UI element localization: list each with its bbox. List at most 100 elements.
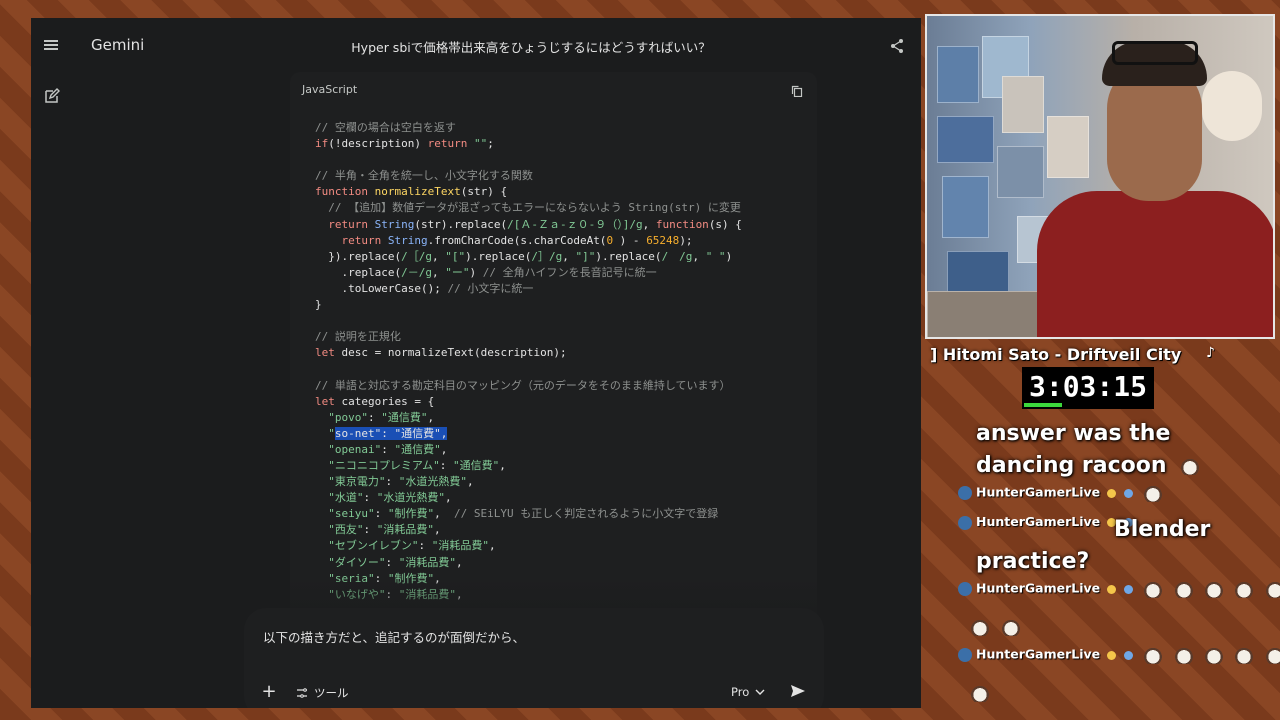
- code-token: "制作費": [387, 507, 435, 521]
- code-token: / /g: [661, 249, 693, 263]
- conversation-title: Hyper sbiで価格帯出来高をひょうじするにはどうすればいい？: [351, 40, 711, 55]
- app-name[interactable]: Gemini: [91, 36, 144, 54]
- menu-icon[interactable]: [44, 40, 58, 50]
- code-token: /[Ａ-Ｚａ-ｚ０-９（）]/g: [507, 217, 643, 231]
- code-token: // 【追加】数値データが混ざってもエラーにならないよう String(str)…: [328, 201, 741, 215]
- send-icon[interactable]: [790, 683, 806, 699]
- wall-poster: [937, 116, 994, 163]
- code-line[interactable]: }: [315, 297, 817, 313]
- code-block: JavaScript // 空欄の場合は空白を返す if(!description…: [290, 72, 817, 632]
- chat-message-text: Blender practice?: [976, 517, 1211, 574]
- code-line[interactable]: // 説明を正規化: [315, 329, 817, 345]
- code-line[interactable]: [315, 152, 817, 168]
- code-line[interactable]: return String.fromCharCode(s.charCodeAt(…: [315, 233, 817, 249]
- code-line[interactable]: // 空欄の場合は空白を返す: [315, 120, 817, 136]
- streamer-sweater: [1037, 191, 1273, 337]
- code-token: "水道光熱費": [398, 475, 467, 489]
- code-body[interactable]: // 空欄の場合は空白を返す if(!description) return ""…: [315, 120, 817, 603]
- code-line[interactable]: "ダイソー": "消耗品費",: [315, 555, 817, 571]
- code-token: ,: [427, 410, 435, 424]
- code-token: :: [439, 458, 453, 472]
- code-token: "水道": [328, 491, 364, 505]
- badge-icon: [1107, 488, 1117, 498]
- code-token: ,: [434, 507, 454, 521]
- code-token: 65248: [646, 233, 680, 247]
- emote-icon: [1001, 617, 1022, 636]
- code-token: :: [368, 410, 382, 424]
- code-token: "": [467, 137, 488, 151]
- code-token: // 小文字に統一: [447, 281, 534, 295]
- wall-poster: [1002, 76, 1044, 133]
- model-selector[interactable]: Pro: [731, 685, 765, 699]
- emote-icon: [970, 617, 990, 636]
- emote-icon: [1143, 484, 1164, 502]
- code-token: so-net": "通信費",: [334, 426, 448, 440]
- code-token: ,: [456, 555, 463, 569]
- code-token: "通信費": [381, 410, 428, 424]
- add-button[interactable]: +: [261, 683, 277, 701]
- copy-icon[interactable]: [791, 85, 803, 97]
- code-token: let: [315, 346, 335, 360]
- model-label: Pro: [731, 685, 750, 699]
- code-token: if: [315, 137, 329, 151]
- code-token: ): [469, 265, 483, 279]
- code-line[interactable]: "openai": "通信費",: [315, 442, 817, 458]
- wall-poster: [937, 46, 979, 103]
- prompt-input[interactable]: 以下の描き方だと、追記するのが面倒だから、: [263, 627, 525, 646]
- code-token: ,: [434, 523, 441, 537]
- tools-button[interactable]: ツール: [296, 685, 349, 701]
- code-token: function: [655, 217, 709, 231]
- prompt-box[interactable]: 以下の描き方だと、追記するのが面倒だから、 + ツール Pro: [244, 608, 824, 708]
- code-token: function: [315, 185, 368, 199]
- code-line[interactable]: // 単語と対応する勘定科目のマッピング（元のデータをそのまま維持しています）: [315, 378, 817, 394]
- code-line[interactable]: "セブンイレブン": "消耗品費",: [315, 538, 817, 554]
- code-line[interactable]: }).replace(/［/g, "[").replace(/］/g, "]")…: [315, 249, 817, 265]
- code-line[interactable]: [315, 313, 817, 329]
- code-line[interactable]: "povo": "通信費",: [315, 410, 817, 426]
- code-line[interactable]: let categories = {: [315, 394, 817, 410]
- code-token: ,: [692, 249, 706, 263]
- code-line[interactable]: "seiyu": "制作費", // SEiLYU も正しく判定されるように小文…: [315, 506, 817, 522]
- code-token: :: [418, 539, 432, 553]
- code-token: }: [315, 298, 322, 312]
- emote-icon: [1264, 646, 1280, 664]
- code-line[interactable]: "東京電力": "水道光熱費",: [315, 474, 817, 490]
- code-line[interactable]: "西友": "消耗品費",: [315, 522, 817, 538]
- avatar: [958, 486, 972, 500]
- wall-poster: [997, 146, 1044, 198]
- code-line[interactable]: "so-net": "通信費",: [315, 426, 817, 442]
- code-token: ,: [467, 475, 474, 489]
- emote-icon: [1234, 580, 1255, 598]
- code-line[interactable]: let desc = normalizeText(description);: [315, 345, 817, 361]
- code-token: // 半角・全角を統一し、小文字化する関数: [315, 169, 533, 183]
- emote-icon: [1143, 646, 1164, 664]
- code-line[interactable]: function normalizeText(str) {: [315, 184, 817, 200]
- wall-poster: [1047, 116, 1089, 178]
- code-line[interactable]: [315, 361, 817, 377]
- code-token: ,: [445, 491, 452, 505]
- share-icon[interactable]: [889, 38, 905, 54]
- code-line[interactable]: return String(str).replace(/[Ａ-Ｚａ-ｚ０-９（）…: [315, 217, 817, 233]
- new-chat-icon[interactable]: [44, 88, 60, 104]
- code-token: return: [427, 137, 468, 151]
- side-rail: [31, 18, 79, 708]
- code-token: "ニコニコプレミアム": [328, 458, 440, 472]
- emote-icon: [970, 683, 990, 702]
- code-token: ,: [440, 442, 448, 456]
- code-line[interactable]: .toLowerCase(); // 小文字に統一: [315, 281, 817, 297]
- code-line[interactable]: .replace(/－/g, "ー") // 全角ハイフンを長音記号に統一: [315, 265, 817, 281]
- code-line[interactable]: "水道": "水道光熱費",: [315, 490, 817, 506]
- code-token: );: [679, 233, 693, 247]
- code-line[interactable]: if(!description) return "";: [315, 136, 817, 152]
- code-line[interactable]: // 【追加】数値データが混ざってもエラーにならないよう String(str)…: [315, 200, 817, 216]
- code-line[interactable]: // 半角・全角を統一し、小文字化する関数: [315, 168, 817, 184]
- code-line[interactable]: "ニコニコプレミアム": "通信費",: [315, 458, 817, 474]
- code-token: return: [328, 217, 368, 231]
- code-token: ,: [431, 249, 446, 263]
- avatar: [958, 582, 972, 596]
- music-note-icon: ♪: [1206, 345, 1215, 361]
